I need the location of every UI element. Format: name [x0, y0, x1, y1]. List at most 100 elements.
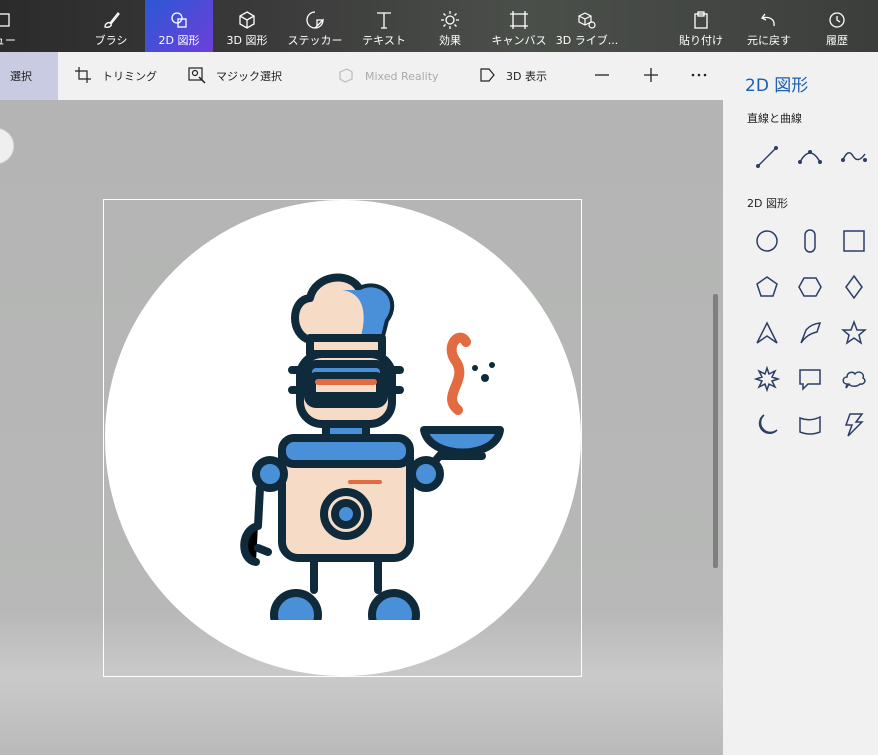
speech-bubble-icon — [799, 369, 821, 391]
zoom-in-button[interactable] — [642, 52, 660, 100]
mixed-reality-button[interactable]: Mixed Reality — [337, 52, 439, 100]
paste-button[interactable]: 貼り付け — [675, 0, 727, 52]
lines-section-heading: 直線と曲線 — [747, 112, 802, 125]
shapes3d-tool[interactable]: 3D 図形 — [218, 0, 276, 52]
star-shape[interactable] — [839, 318, 869, 348]
paste-label: 貼り付け — [679, 34, 723, 47]
minus-icon — [593, 66, 611, 87]
sun-icon — [440, 10, 460, 30]
menu-icon — [0, 10, 12, 30]
more-options-button[interactable] — [690, 52, 708, 100]
canvas-label: キャンバス — [491, 34, 547, 47]
crop-icon — [74, 66, 92, 87]
line-shape[interactable] — [752, 142, 782, 172]
magic-select-button[interactable]: マジック選択 — [188, 52, 282, 100]
view3d-button[interactable]: 3D 表示 — [478, 52, 547, 100]
robot-chef-illustration — [240, 273, 504, 620]
curve-icon — [798, 150, 822, 164]
sticker-label: ステッカー — [287, 34, 343, 47]
mixed-reality-icon — [337, 66, 355, 87]
undo-label: 元に戻す — [747, 34, 791, 47]
diamond-shape[interactable] — [839, 272, 869, 302]
crescent-icon — [758, 414, 778, 435]
shapes-panel: 2D 図形 直線と曲線 2D 図形 — [723, 52, 878, 755]
history-button[interactable]: 履歴 — [812, 0, 862, 52]
shapes2d-tool[interactable]: 2D 図形 — [145, 0, 213, 52]
shapes2d-label: 2D 図形 — [158, 34, 200, 47]
shapes-2d-icon — [169, 10, 189, 30]
curve-shape[interactable] — [795, 142, 825, 172]
undo-icon — [759, 10, 779, 30]
star-icon — [841, 320, 867, 345]
select-button[interactable]: 選択 — [0, 52, 58, 100]
shapes3d-label: 3D 図形 — [226, 34, 268, 47]
history-icon — [827, 10, 847, 30]
rounded-rect-icon — [804, 229, 816, 253]
effects-label: 効果 — [439, 34, 461, 47]
brush-tool[interactable]: ブラシ — [82, 0, 140, 52]
quarter-circle-icon — [800, 322, 822, 344]
sticker-tool[interactable]: ステッカー — [286, 0, 344, 52]
circle-icon — [756, 230, 778, 252]
arrow-triangle-icon — [756, 321, 778, 344]
text-tool[interactable]: テキスト — [355, 0, 413, 52]
library3d-label: 3D ライブ... — [555, 34, 619, 47]
view-3d-icon — [478, 66, 496, 87]
sticker-icon — [305, 10, 325, 30]
magic-select-label: マジック選択 — [216, 70, 282, 83]
vertical-scrollbar[interactable] — [713, 294, 718, 568]
panel-toggle-handle[interactable] — [0, 128, 14, 164]
effects-tool[interactable]: 効果 — [425, 0, 475, 52]
crop-button[interactable]: トリミング — [74, 52, 157, 100]
cloud-bubble-shape[interactable] — [839, 364, 869, 394]
hexagon-icon — [798, 277, 822, 297]
menu-label: ュー — [0, 34, 16, 47]
burst-shape[interactable] — [752, 364, 782, 394]
top-toolbar: ュー ブラシ 2D 図形 3D 図形 ステッカー テキスト 効果 — [0, 0, 878, 52]
text-label: テキスト — [362, 34, 406, 47]
crescent-shape[interactable] — [752, 410, 782, 440]
shapes-section-heading: 2D 図形 — [747, 197, 788, 210]
triangle-shape[interactable] — [752, 318, 782, 348]
banner-shape[interactable] — [795, 410, 825, 440]
magic-select-icon — [188, 66, 206, 87]
canvas-area[interactable] — [0, 100, 723, 755]
speech-bubble-shape[interactable] — [795, 364, 825, 394]
undo-button[interactable]: 元に戻す — [740, 0, 798, 52]
canvas-tool[interactable]: キャンバス — [490, 0, 548, 52]
crop-label: トリミング — [102, 70, 157, 83]
library3d-tool[interactable]: 3D ライブ... — [556, 0, 618, 52]
panel-title: 2D 図形 — [745, 76, 809, 96]
lightning-icon — [844, 413, 864, 437]
banner-icon — [799, 415, 821, 435]
text-icon — [374, 10, 394, 30]
hexagon-shape[interactable] — [795, 272, 825, 302]
brush-label: ブラシ — [94, 34, 128, 47]
cube-icon — [237, 10, 257, 30]
pentagon-shape[interactable] — [752, 272, 782, 302]
quarter-circle-shape[interactable] — [795, 318, 825, 348]
plus-icon — [642, 66, 660, 87]
more-icon — [690, 66, 708, 87]
history-label: 履歴 — [826, 34, 848, 47]
lightning-shape[interactable] — [839, 410, 869, 440]
brush-icon — [101, 10, 121, 30]
square-shape[interactable] — [839, 226, 869, 256]
library-3d-icon — [577, 10, 597, 30]
circle-shape[interactable] — [752, 226, 782, 256]
pentagon-icon — [756, 276, 778, 297]
diamond-icon — [845, 274, 863, 300]
rounded-rect-shape[interactable] — [795, 226, 825, 256]
canvas-icon — [509, 10, 529, 30]
mixed-reality-label: Mixed Reality — [365, 69, 439, 83]
burst-icon — [754, 366, 780, 392]
square-icon — [843, 230, 865, 252]
view3d-label: 3D 表示 — [506, 70, 547, 83]
wave-shape[interactable] — [839, 142, 869, 172]
menu-button[interactable]: ュー — [0, 0, 20, 52]
zoom-out-button[interactable] — [593, 52, 611, 100]
select-label: 選択 — [10, 70, 32, 83]
cloud-bubble-icon — [842, 371, 866, 389]
wave-curve-icon — [841, 152, 867, 162]
clipboard-icon — [691, 10, 711, 30]
